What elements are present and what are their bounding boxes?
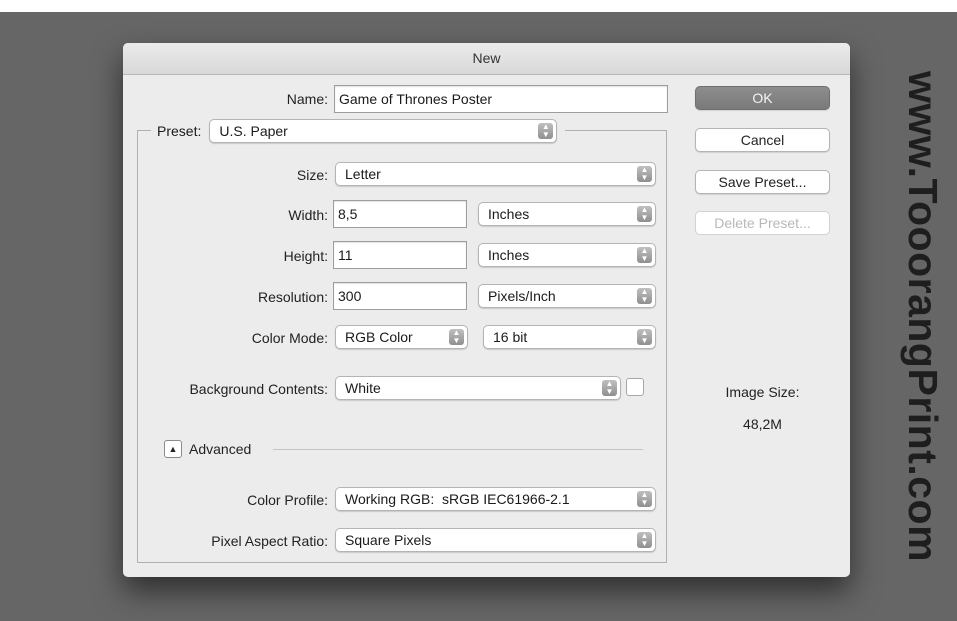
watermark: www.TooorangPrint.com <box>898 18 948 614</box>
preset-value: U.S. Paper <box>219 123 288 139</box>
height-input[interactable]: 11 <box>333 241 467 269</box>
height-label: Height: <box>283 248 328 264</box>
height-unit-select[interactable]: Inches ▲ ▼ <box>478 243 656 267</box>
top-strip <box>0 0 957 12</box>
updown-chevron-icon: ▲ ▼ <box>637 206 652 222</box>
updown-chevron-icon: ▲ ▼ <box>538 123 554 139</box>
pixel-aspect-label: Pixel Aspect Ratio: <box>211 533 328 549</box>
height-unit-value: Inches <box>488 247 530 263</box>
cancel-button[interactable]: Cancel <box>695 128 830 152</box>
width-unit-select[interactable]: Inches ▲ ▼ <box>478 202 656 226</box>
bit-depth-select[interactable]: 16 bit ▲ ▼ <box>483 325 656 349</box>
background-value: White <box>345 380 381 396</box>
background-color-swatch[interactable] <box>626 378 644 396</box>
size-value: Letter <box>345 166 381 182</box>
save-preset-button[interactable]: Save Preset... <box>695 170 830 194</box>
bit-depth-value: 16 bit <box>493 329 528 345</box>
triangle-up-icon: ▲ <box>168 444 178 454</box>
preset-row: Preset: U.S. Paper ▲ ▼ <box>151 119 566 143</box>
image-size-label: Image Size: <box>725 384 800 400</box>
pixel-aspect-value: Square Pixels <box>345 532 432 548</box>
advanced-disclosure-button[interactable]: ▲ <box>164 440 182 458</box>
dialog-title: New <box>123 43 850 75</box>
color-profile-label: Color Profile: <box>247 492 328 508</box>
image-size-value: 48,2M <box>743 416 782 432</box>
resolution-label: Resolution: <box>257 289 328 305</box>
preset-select[interactable]: U.S. Paper ▲ ▼ <box>209 119 558 143</box>
size-label: Size: <box>296 167 328 183</box>
name-label: Name: <box>286 91 328 107</box>
width-label: Width: <box>288 207 328 223</box>
color-mode-label: Color Mode: <box>251 330 328 346</box>
advanced-divider <box>273 449 643 450</box>
color-mode-value: RGB Color <box>345 329 413 345</box>
updown-chevron-icon: ▲ ▼ <box>637 166 652 182</box>
new-document-dialog: New Name: Game of Thrones Poster Preset:… <box>123 43 850 577</box>
background-select[interactable]: White ▲ ▼ <box>335 376 621 400</box>
updown-chevron-icon: ▲ ▼ <box>637 532 652 548</box>
delete-preset-button[interactable]: Delete Preset... <box>695 211 830 235</box>
watermark-text: www.TooorangPrint.com <box>900 70 947 562</box>
color-mode-select[interactable]: RGB Color ▲ ▼ <box>335 325 468 349</box>
advanced-label: Advanced <box>189 441 252 457</box>
updown-chevron-icon: ▲ ▼ <box>602 380 617 396</box>
updown-chevron-icon: ▲ ▼ <box>637 329 652 345</box>
color-profile-value: Working RGB: sRGB IEC61966-2.1 <box>345 491 570 507</box>
updown-chevron-icon: ▲ ▼ <box>637 247 652 263</box>
width-input[interactable]: 8,5 <box>333 200 467 228</box>
updown-chevron-icon: ▲ ▼ <box>637 491 652 507</box>
resolution-input[interactable]: 300 <box>333 282 467 310</box>
resolution-unit-value: Pixels/Inch <box>488 288 556 304</box>
updown-chevron-icon: ▲ ▼ <box>449 329 464 345</box>
color-profile-select[interactable]: Working RGB: sRGB IEC61966-2.1 ▲ ▼ <box>335 487 656 511</box>
ok-button[interactable]: OK <box>695 86 830 110</box>
preset-label: Preset: <box>157 123 202 139</box>
size-select[interactable]: Letter ▲ ▼ <box>335 162 656 186</box>
pixel-aspect-select[interactable]: Square Pixels ▲ ▼ <box>335 528 656 552</box>
name-input[interactable]: Game of Thrones Poster <box>334 85 668 113</box>
updown-chevron-icon: ▲ ▼ <box>637 288 652 304</box>
background-label: Background Contents: <box>189 381 328 397</box>
resolution-unit-select[interactable]: Pixels/Inch ▲ ▼ <box>478 284 656 308</box>
width-unit-value: Inches <box>488 206 530 222</box>
